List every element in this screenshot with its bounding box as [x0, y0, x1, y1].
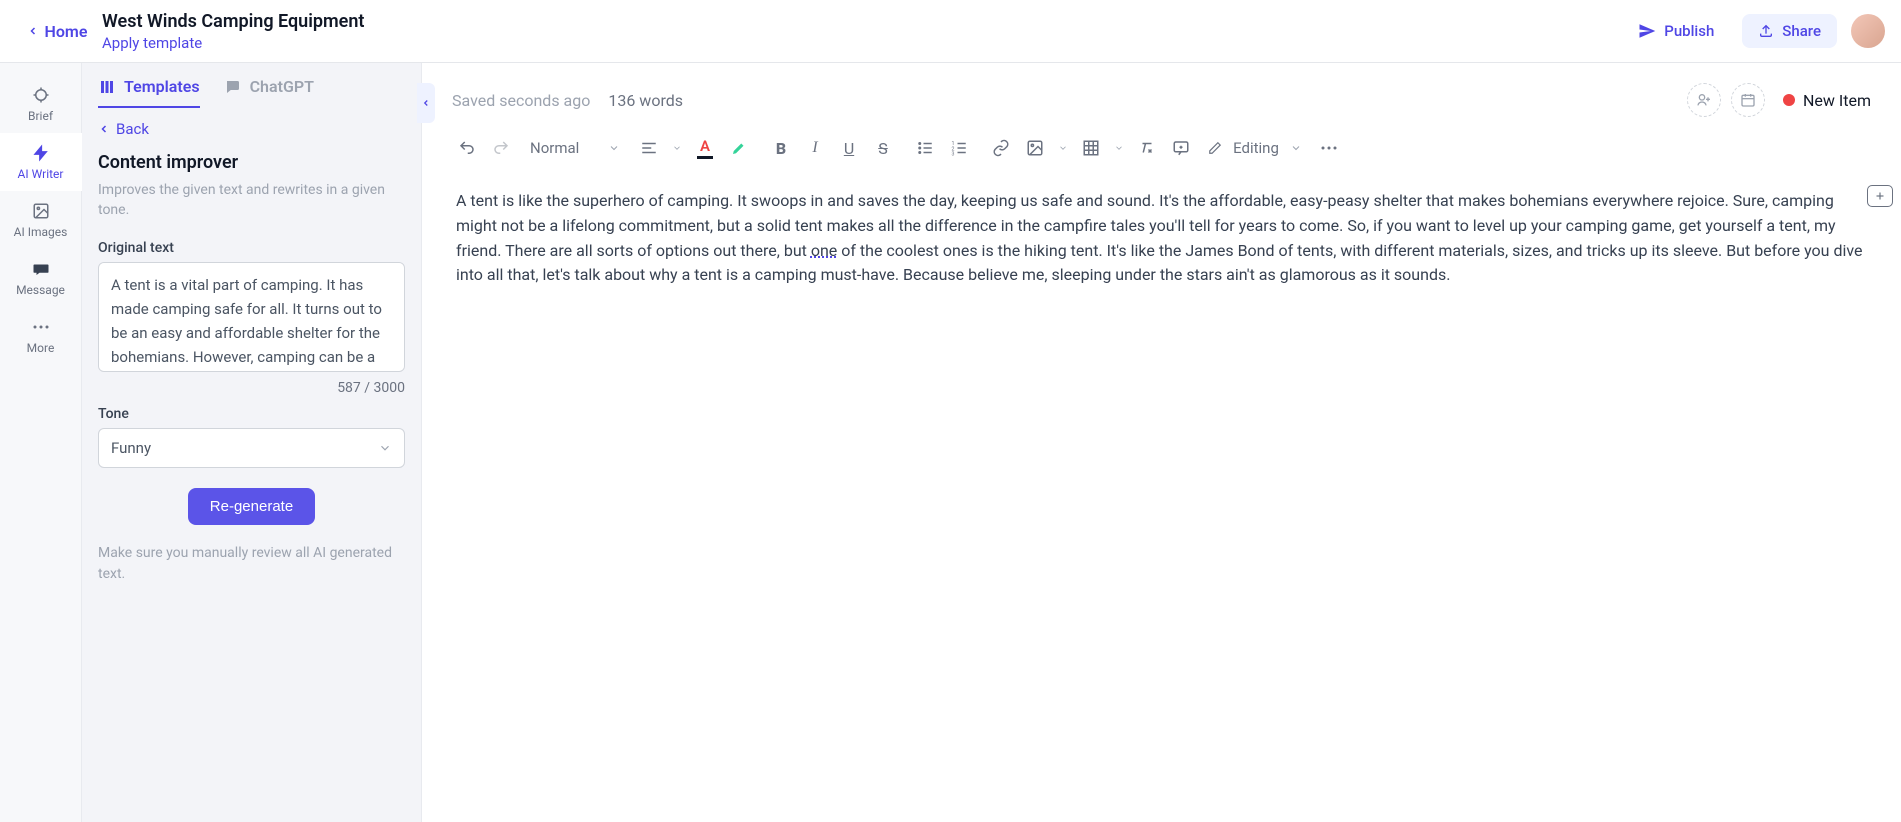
- original-text-input[interactable]: [98, 262, 405, 372]
- message-icon: [31, 259, 51, 279]
- save-status: Saved seconds ago: [452, 91, 590, 110]
- target-icon: [31, 85, 51, 105]
- underline-button[interactable]: U: [834, 133, 864, 163]
- tab-templates[interactable]: Templates: [98, 77, 200, 108]
- home-button[interactable]: Home: [16, 22, 98, 41]
- nav-rail: Brief AI Writer AI Images Message More: [0, 63, 82, 822]
- side-panel: Templates ChatGPT Back Content improver …: [82, 63, 422, 822]
- publish-button[interactable]: Publish: [1624, 14, 1728, 48]
- table-dropdown[interactable]: [1110, 133, 1128, 163]
- comment-button[interactable]: [1166, 133, 1196, 163]
- panel-tabs: Templates ChatGPT: [82, 63, 421, 108]
- add-comment-bubble[interactable]: [1867, 185, 1893, 207]
- collapse-panel-button[interactable]: [417, 83, 435, 123]
- rail-item-message[interactable]: Message: [0, 249, 82, 307]
- send-icon: [1638, 22, 1656, 40]
- word-count: 136 words: [608, 91, 683, 110]
- add-date-button[interactable]: [1731, 83, 1765, 117]
- editor-toolbar: Normal A B I U S 123: [422, 127, 1901, 177]
- tone-select[interactable]: Funny: [98, 428, 405, 468]
- more-toolbar-button[interactable]: [1314, 133, 1344, 163]
- rail-item-more[interactable]: More: [0, 307, 82, 365]
- topbar: Home West Winds Camping Equipment Apply …: [0, 0, 1901, 63]
- block-format-select[interactable]: Normal: [520, 135, 630, 161]
- tone-value: Funny: [111, 439, 151, 457]
- numbered-list-button[interactable]: 123: [944, 133, 974, 163]
- tab-templates-label: Templates: [124, 77, 200, 96]
- chat-icon: [224, 78, 242, 96]
- bullet-list-button[interactable]: [910, 133, 940, 163]
- italic-button[interactable]: I: [800, 133, 830, 163]
- more-icon: [31, 317, 51, 337]
- char-count: 587 / 3000: [98, 380, 405, 396]
- clear-format-button[interactable]: [1132, 133, 1162, 163]
- rail-ai-writer-label: AI Writer: [18, 167, 64, 181]
- title-block: West Winds Camping Equipment Apply templ…: [102, 11, 364, 52]
- panel-heading: Content improver: [98, 152, 405, 173]
- svg-text:3: 3: [952, 152, 955, 158]
- align-dropdown[interactable]: [668, 133, 686, 163]
- image-insert-button[interactable]: [1020, 133, 1050, 163]
- avatar[interactable]: [1851, 14, 1885, 48]
- editor-status-bar: Saved seconds ago 136 words New Item: [422, 63, 1901, 127]
- upload-icon: [1758, 23, 1774, 39]
- rail-brief-label: Brief: [28, 109, 53, 123]
- undo-button[interactable]: [452, 133, 482, 163]
- apply-template-link[interactable]: Apply template: [102, 34, 364, 52]
- tone-label: Tone: [98, 406, 405, 422]
- rail-item-brief[interactable]: Brief: [0, 75, 82, 133]
- regenerate-button[interactable]: Re-generate: [188, 488, 315, 525]
- status-label: New Item: [1803, 91, 1871, 110]
- status-dot-icon: [1783, 94, 1795, 106]
- add-collaborator-button[interactable]: [1687, 83, 1721, 117]
- home-label: Home: [45, 22, 88, 41]
- back-label: Back: [116, 120, 149, 138]
- rail-message-label: Message: [16, 283, 65, 297]
- share-label: Share: [1782, 22, 1821, 40]
- share-button[interactable]: Share: [1742, 14, 1837, 48]
- align-button[interactable]: [634, 133, 664, 163]
- document-body[interactable]: A tent is like the superhero of camping.…: [422, 177, 1901, 300]
- redo-button[interactable]: [486, 133, 516, 163]
- review-note: Make sure you manually review all AI gen…: [98, 543, 405, 585]
- back-link[interactable]: Back: [98, 120, 405, 138]
- editor-pane: Saved seconds ago 136 words New Item Nor…: [422, 63, 1901, 822]
- doc-text-underlined: one: [811, 241, 837, 260]
- strikethrough-button[interactable]: S: [868, 133, 898, 163]
- mode-value: Editing: [1233, 139, 1279, 157]
- format-value: Normal: [530, 139, 579, 157]
- top-actions: Publish Share: [1624, 14, 1885, 48]
- rail-item-ai-writer[interactable]: AI Writer: [0, 133, 82, 191]
- image-icon: [31, 201, 51, 221]
- original-text-label: Original text: [98, 240, 405, 256]
- image-dropdown[interactable]: [1054, 133, 1072, 163]
- chevron-down-icon: [378, 441, 392, 455]
- rail-ai-images-label: AI Images: [14, 225, 68, 239]
- text-color-button[interactable]: A: [690, 133, 720, 163]
- bold-button[interactable]: B: [766, 133, 796, 163]
- item-status[interactable]: New Item: [1783, 91, 1871, 110]
- panel-description: Improves the given text and rewrites in …: [98, 181, 405, 220]
- tab-chatgpt-label: ChatGPT: [250, 77, 314, 96]
- rail-item-ai-images[interactable]: AI Images: [0, 191, 82, 249]
- highlight-button[interactable]: [724, 133, 754, 163]
- rail-more-label: More: [27, 341, 55, 355]
- page-title: West Winds Camping Equipment: [102, 11, 364, 32]
- templates-icon: [98, 78, 116, 96]
- tab-chatgpt[interactable]: ChatGPT: [224, 77, 314, 108]
- table-button[interactable]: [1076, 133, 1106, 163]
- publish-label: Publish: [1664, 22, 1714, 40]
- chevron-left-icon: [27, 25, 39, 37]
- bolt-icon: [31, 143, 51, 163]
- link-button[interactable]: [986, 133, 1016, 163]
- mode-select[interactable]: Editing: [1200, 135, 1310, 161]
